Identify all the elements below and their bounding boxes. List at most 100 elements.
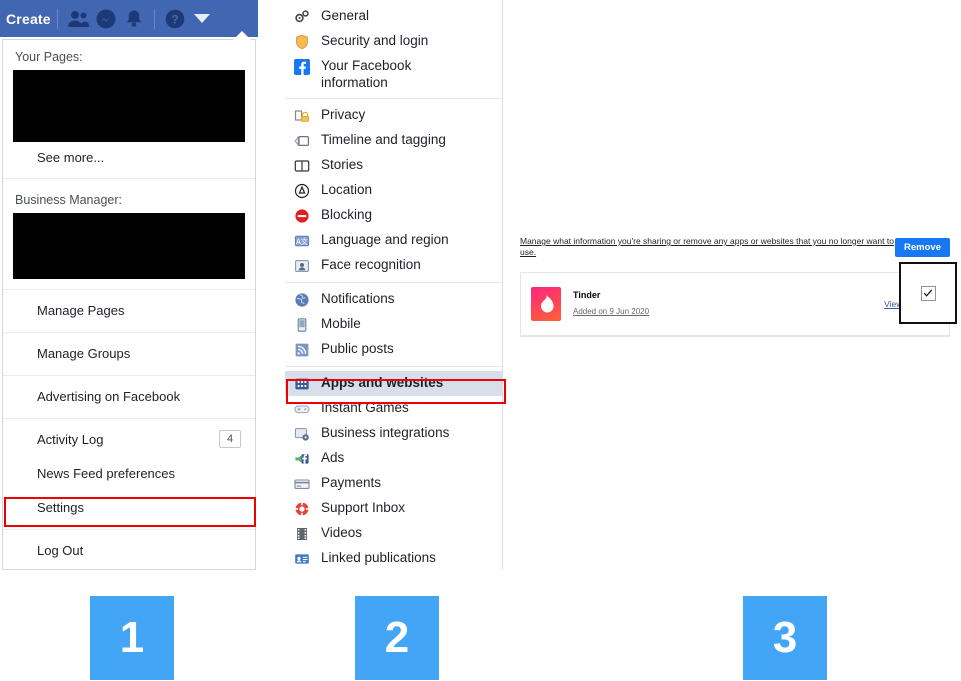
- business-icon: [293, 425, 311, 443]
- sidebar-item-blocking[interactable]: Blocking: [285, 203, 502, 228]
- create-button[interactable]: Create: [6, 11, 51, 27]
- sidebar-item-label: Support Inbox: [321, 500, 406, 515]
- sidebar-item-privacy[interactable]: Privacy: [285, 103, 502, 128]
- sidebar-item-label: Apps and websites: [321, 375, 444, 390]
- sidebar-item-stories[interactable]: Stories: [285, 153, 502, 178]
- sidebar-item-label: Mobile: [321, 316, 361, 331]
- menu-divider: [3, 178, 255, 179]
- see-more-link[interactable]: See more...: [3, 142, 255, 174]
- shield-icon: [293, 33, 311, 51]
- menu-item-activity-log-label: Activity Log: [37, 432, 104, 447]
- menu-item-news-feed-preferences[interactable]: News Feed preferences: [3, 457, 255, 491]
- activity-log-count-badge: 4: [219, 430, 241, 448]
- menu-item-manage-groups[interactable]: Manage Groups: [3, 337, 255, 371]
- settings-nav-group: General Security and login Your Facebook…: [285, 0, 502, 98]
- sidebar-item-label: Business integrations: [321, 425, 450, 440]
- settings-nav-group: Privacy Timeline and tagging Stories Loc…: [285, 98, 502, 282]
- sidebar-item-label: Ads: [321, 450, 345, 465]
- dropdown-pointer: [232, 31, 252, 41]
- sidebar-item-label: Your Facebook information: [321, 58, 412, 90]
- sidebar-item-timeline-and-tagging[interactable]: Timeline and tagging: [285, 128, 502, 153]
- sidebar-item-apps-and-websites[interactable]: Apps and websites: [285, 371, 502, 396]
- business-manager-label: Business Manager:: [15, 193, 123, 207]
- sidebar-item-location[interactable]: Location: [285, 178, 502, 203]
- connected-apps-list: Tinder Added on 9 Jun 2020 View and edit: [520, 262, 957, 337]
- menu-item-advertising-on-facebook[interactable]: Advertising on Facebook: [3, 380, 255, 414]
- sidebar-item-notifications[interactable]: Notifications: [285, 287, 502, 312]
- help-icon[interactable]: ?: [161, 5, 189, 33]
- step-badge-3: 3: [743, 596, 827, 680]
- toolbar-divider: [56, 8, 58, 29]
- settings-nav-group: Notifications Mobile Public posts: [285, 282, 502, 366]
- menu-item-manage-pages[interactable]: Manage Pages: [3, 294, 255, 328]
- sidebar-item-public-posts[interactable]: Public posts: [285, 337, 502, 362]
- sidebar-item-instant-games[interactable]: Instant Games: [285, 396, 502, 421]
- your-pages-label: Your Pages:: [15, 50, 83, 64]
- sidebar-item-support-inbox[interactable]: Support Inbox: [285, 496, 502, 521]
- menu-item-log-out[interactable]: Log Out: [3, 534, 255, 568]
- friend-requests-icon[interactable]: [64, 5, 92, 33]
- sidebar-item-label: Public posts: [321, 341, 394, 356]
- sidebar-item-label: Language and region: [321, 232, 449, 247]
- ads-icon: [293, 450, 311, 468]
- app-added-date: Added on 9 Jun 2020: [573, 307, 650, 316]
- sidebar-item-your-facebook-information[interactable]: Your Facebook information: [285, 54, 502, 94]
- manage-info-note: Manage what information you're sharing o…: [520, 236, 894, 257]
- card-icon: [293, 475, 311, 493]
- menu-divider: [3, 375, 255, 376]
- account-dropdown-panel: Create ? Your Pages: See more... Busines…: [0, 0, 258, 572]
- app-meta: Tinder Added on 9 Jun 2020: [573, 289, 884, 319]
- globe-icon: [293, 291, 311, 309]
- sidebar-item-language-and-region[interactable]: A文 Language and region: [285, 228, 502, 253]
- film-icon: [293, 525, 311, 543]
- apps-and-websites-content-panel: Manage what information you're sharing o…: [520, 236, 957, 337]
- lifebuoy-icon: [293, 500, 311, 518]
- list-item[interactable]: Tinder Added on 9 Jun 2020 View and edit: [521, 262, 957, 336]
- sidebar-item-label: Payments: [321, 475, 382, 490]
- sidebar-item-label: Security and login: [321, 33, 429, 48]
- menu-item-activity-log[interactable]: Activity Log 4: [3, 423, 255, 457]
- gears-icon: [293, 8, 311, 26]
- book-icon: [293, 157, 311, 175]
- business-manager-redacted-thumbnail: [13, 213, 245, 279]
- sidebar-item-label: Face recognition: [321, 257, 421, 272]
- facebook-top-bar: Create ?: [0, 0, 258, 37]
- your-pages-redacted-thumbnail: [13, 70, 245, 142]
- sidebar-item-label: General: [321, 8, 370, 23]
- svg-text:?: ?: [171, 12, 178, 26]
- app-select-checkbox[interactable]: [920, 285, 936, 301]
- menu-divider: [3, 289, 255, 290]
- settings-nav-group: Apps and websites Instant Games Business…: [285, 366, 502, 575]
- sidebar-item-security-and-login[interactable]: Security and login: [285, 29, 502, 54]
- language-icon: A文: [293, 232, 311, 250]
- sidebar-item-payments[interactable]: Payments: [285, 471, 502, 496]
- remove-button[interactable]: Remove: [895, 237, 950, 257]
- manage-note-row: Manage what information you're sharing o…: [520, 236, 950, 258]
- sidebar-item-label: Timeline and tagging: [321, 132, 446, 147]
- account-menu-card: Your Pages: See more... Business Manager…: [2, 39, 256, 570]
- sidebar-item-label: Blocking: [321, 207, 373, 222]
- menu-item-settings[interactable]: Settings: [3, 491, 255, 525]
- sidebar-item-general[interactable]: General: [285, 4, 502, 29]
- sidebar-item-face-recognition[interactable]: Face recognition: [285, 253, 502, 278]
- notifications-icon[interactable]: [120, 5, 148, 33]
- messenger-icon[interactable]: [92, 5, 120, 33]
- lock-icon: [293, 107, 311, 125]
- sidebar-item-ads[interactable]: Ads: [285, 446, 502, 471]
- sidebar-item-label: Stories: [321, 157, 364, 172]
- face-icon: [293, 257, 311, 275]
- sidebar-item-label: Videos: [321, 525, 363, 540]
- sidebar-item-linked-publications[interactable]: Linked publications: [285, 546, 502, 571]
- toolbar-divider: [153, 8, 155, 29]
- account-caret-icon[interactable]: [189, 5, 215, 33]
- apps-icon: [293, 375, 311, 393]
- sidebar-item-videos[interactable]: Videos: [285, 521, 502, 546]
- rss-icon: [293, 341, 311, 359]
- sidebar-item-mobile[interactable]: Mobile: [285, 312, 502, 337]
- sidebar-item-business-integrations[interactable]: Business integrations: [285, 421, 502, 446]
- step-badge-1: 1: [90, 596, 174, 680]
- sidebar-item-label: Instant Games: [321, 400, 409, 415]
- phone-icon: [293, 316, 311, 334]
- gamepad-icon: [293, 400, 311, 418]
- app-selection-highlight-box: [899, 262, 957, 324]
